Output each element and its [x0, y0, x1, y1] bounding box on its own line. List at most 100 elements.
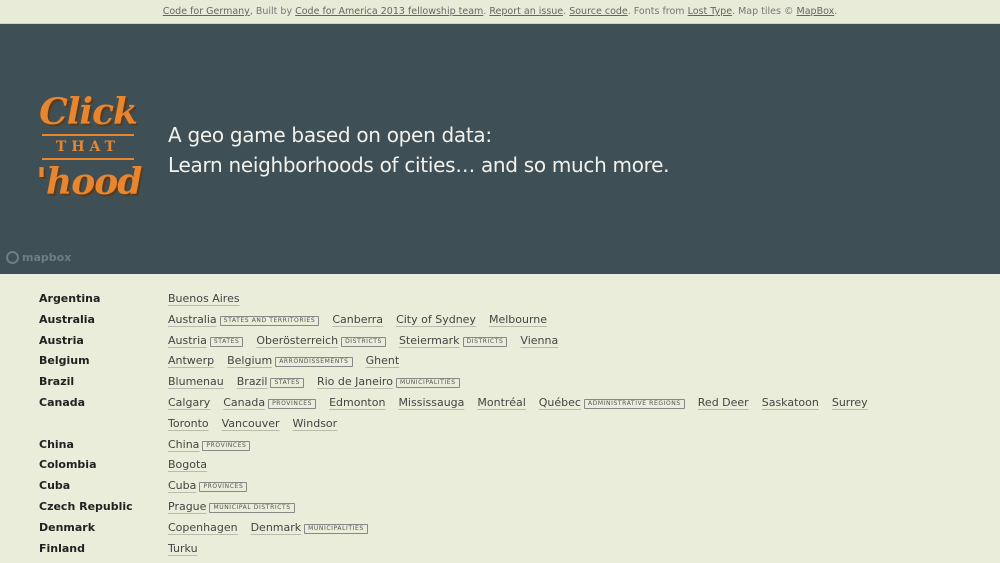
city-link[interactable]: Saskatoon: [762, 393, 819, 414]
city-link[interactable]: Surrey: [832, 393, 868, 414]
city-link[interactable]: Buenos Aires: [168, 289, 240, 310]
city-name: Mississauga: [398, 395, 465, 409]
region-type-badge: PROVINCES: [199, 482, 248, 493]
region-type-badge: STATES: [209, 336, 244, 347]
country-row: Australia Australia STATES AND TERRITORIES…: [0, 310, 1000, 331]
country-name: Cuba: [39, 479, 71, 493]
city-link[interactable]: Vienna: [520, 331, 558, 352]
city-link[interactable]: Edmonton: [329, 393, 385, 414]
city-link[interactable]: Oberösterreich DISTRICTS: [256, 331, 386, 352]
city-link[interactable]: Australia STATES AND TERRITORIES: [168, 310, 320, 331]
country-name: Australia: [39, 312, 95, 326]
city-link[interactable]: Steiermark DISTRICTS: [399, 331, 508, 352]
city-link[interactable]: Bogota: [168, 455, 207, 476]
credits-text: .: [563, 6, 567, 17]
country-name: Denmark: [39, 520, 96, 534]
lost-type-link[interactable]: Lost Type: [688, 6, 732, 17]
city-name: China: [168, 437, 200, 451]
city-link[interactable]: Belgium ARRONDISSEMENTS: [227, 351, 353, 372]
city-link[interactable]: Toronto: [168, 414, 209, 435]
city-link[interactable]: Ghent: [366, 351, 400, 372]
region-type-badge: PROVINCES: [202, 440, 251, 451]
tagline: A geo game based on open data: Learn nei…: [168, 120, 670, 180]
code-for-germany-link[interactable]: Code for Germany: [163, 6, 250, 17]
country-name: Canada: [39, 395, 86, 409]
city-link[interactable]: China PROVINCES: [168, 435, 251, 456]
city-name: Rio de Janeiro: [316, 375, 393, 389]
city-links: Prague MUNICIPAL DISTRICTS: [168, 497, 928, 518]
city-name: Buenos Aires: [168, 292, 240, 305]
country-row: Finland Turku: [0, 539, 1000, 560]
city-links: Blumenau Brazil STATES Rio de Janeiro MUNICI…: [168, 372, 928, 393]
city-link[interactable]: Melbourne: [489, 310, 547, 331]
city-name: Melbourne: [488, 312, 548, 326]
city-links: Austria STATES Oberösterreich DISTRICTS Stei…: [168, 331, 928, 352]
country-row: China China PROVINCES: [0, 435, 1000, 456]
city-link[interactable]: Brazil STATES: [237, 372, 304, 393]
country-list: Argentina Buenos Aires Australia Australia S…: [0, 289, 1000, 559]
city-link[interactable]: Blumenau: [168, 372, 224, 393]
country-row: Colombia Bogota: [0, 455, 1000, 476]
city-name: Calgary: [168, 395, 211, 409]
city-link[interactable]: Prague MUNICIPAL DISTRICTS: [168, 497, 295, 518]
city-link[interactable]: Copenhagen: [168, 518, 238, 539]
city-link[interactable]: Canada PROVINCES: [223, 393, 317, 414]
logo-word-that: THAT: [42, 134, 134, 160]
mapbox-link[interactable]: MapBox: [797, 6, 835, 17]
country-row: Cuba Cuba PROVINCES: [0, 476, 1000, 497]
credits-bar: Code for Germany, Built by Code for Amer…: [0, 0, 1000, 24]
report-issue-link[interactable]: Report an issue: [489, 6, 563, 17]
country-name: Czech Republic: [39, 499, 133, 513]
city-name: Toronto: [168, 416, 209, 430]
city-name: Vienna: [520, 333, 559, 347]
city-name: Oberösterreich: [256, 333, 339, 347]
city-link[interactable]: Montréal: [477, 393, 525, 414]
city-links: China PROVINCES: [168, 435, 928, 456]
city-links: Buenos Aires: [168, 289, 928, 310]
header-map-band: Click THAT 'hood A geo game based on ope…: [0, 24, 1000, 274]
city-name: Brazil: [236, 375, 268, 389]
city-link[interactable]: Vancouver: [222, 414, 280, 435]
source-code-link[interactable]: Source code: [569, 6, 628, 17]
country-row: Denmark Copenhagen Denmark MUNICIPALITIES: [0, 518, 1000, 539]
city-name: Blumenau: [168, 375, 224, 389]
city-links: Calgary Canada PROVINCES Edmonton Mississaug…: [168, 393, 928, 435]
region-type-badge: MUNICIPALITIES: [395, 378, 460, 389]
credits-text: . Fonts from: [627, 6, 685, 17]
region-type-badge: STATES: [270, 378, 304, 389]
city-link[interactable]: Antwerp: [168, 351, 214, 372]
city-links: Copenhagen Denmark MUNICIPALITIES: [168, 518, 928, 539]
mapbox-logo-icon: [6, 251, 19, 264]
city-link[interactable]: Canberra: [332, 310, 383, 331]
country-name: China: [39, 437, 74, 451]
country-name: Belgium: [39, 354, 90, 368]
city-name: Copenhagen: [168, 520, 238, 534]
city-name: Windsor: [292, 416, 338, 430]
mapbox-attribution[interactable]: mapbox: [6, 251, 71, 264]
city-name: Cuba: [168, 479, 197, 493]
city-link[interactable]: Rio de Janeiro MUNICIPALITIES: [317, 372, 460, 393]
city-name: Austria: [168, 333, 207, 347]
city-link[interactable]: Austria STATES: [168, 331, 244, 352]
country-name: Argentina: [39, 292, 101, 305]
city-link[interactable]: City of Sydney: [396, 310, 476, 331]
city-link[interactable]: Windsor: [293, 414, 338, 435]
city-links: Turku: [168, 539, 928, 560]
country-name: Finland: [39, 541, 86, 555]
city-name: Bogota: [168, 458, 208, 472]
city-name: Antwerp: [168, 354, 215, 368]
city-link[interactable]: Mississauga: [398, 393, 464, 414]
city-name: Red Deer: [697, 395, 749, 409]
credits-text: .: [483, 6, 487, 17]
city-link[interactable]: Québec ADMINISTRATIVE REGIONS: [539, 393, 685, 414]
city-name: Canberra: [332, 312, 384, 326]
code-for-america-link[interactable]: Code for America 2013 fellowship team: [295, 6, 483, 17]
city-link[interactable]: Calgary: [168, 393, 210, 414]
city-name: Australia: [168, 312, 217, 326]
city-link[interactable]: Red Deer: [698, 393, 749, 414]
country-name: Colombia: [39, 458, 97, 472]
tagline-line-2: Learn neighborhoods of cities… and so mu…: [168, 153, 670, 177]
city-link[interactable]: Turku: [168, 539, 198, 560]
city-link[interactable]: Cuba PROVINCES: [168, 476, 248, 497]
city-link[interactable]: Denmark MUNICIPALITIES: [251, 518, 368, 539]
